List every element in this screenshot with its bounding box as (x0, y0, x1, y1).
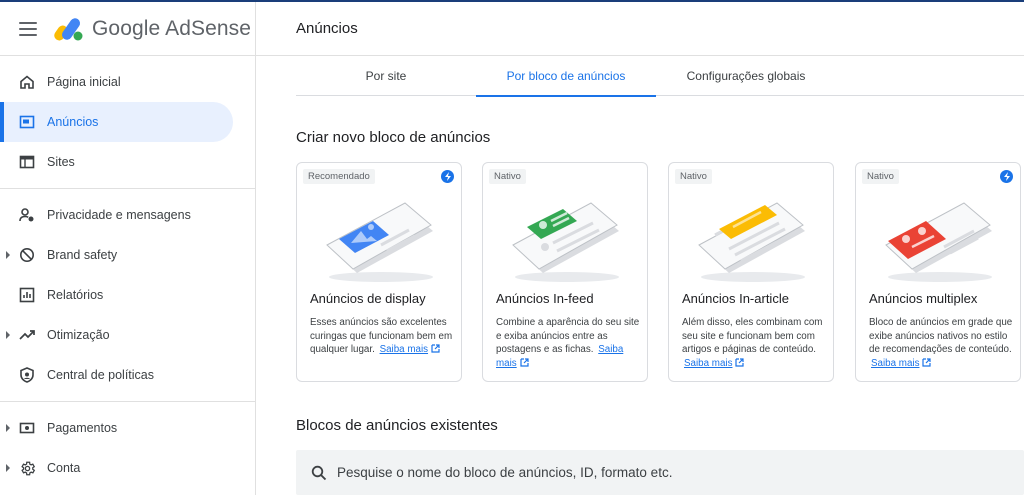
card-title: Anúncios de display (310, 291, 426, 306)
adsense-logo-icon (54, 17, 83, 40)
sidebar-item-label: Página inicial (47, 75, 121, 89)
card-badge: Nativo (862, 169, 899, 184)
expand-arrow-icon[interactable] (6, 331, 10, 339)
expand-arrow-icon[interactable] (6, 251, 10, 259)
external-link-icon (735, 357, 745, 367)
sidebar-item-label: Central de políticas (47, 368, 155, 382)
sidebar-item-label: Conta (47, 461, 81, 475)
in-article-ad-illustration (698, 202, 805, 282)
privacy-icon (18, 206, 36, 224)
card-description: Combine a aparência do seu site e exiba … (496, 316, 642, 370)
sidebar-item-label: Brand safety (47, 248, 118, 262)
sidebar-item-label: Otimização (47, 328, 110, 342)
existing-section-title: Blocos de anúncios existentes (296, 417, 498, 434)
ad-unit-search-bar[interactable] (296, 450, 1024, 495)
gear-icon (18, 459, 36, 477)
tab-by-site[interactable]: Por site (296, 56, 476, 96)
sidebar-item-label: Anúncios (47, 115, 99, 129)
card-display-ads[interactable]: Recomendado Anúncios de display Esses an… (296, 162, 462, 382)
app-name: Google AdSense (92, 16, 252, 40)
ads-icon (18, 113, 36, 131)
home-icon (18, 73, 36, 91)
learn-more-link[interactable]: Saiba mais (684, 358, 732, 369)
tab-by-ad-unit[interactable]: Por bloco de anúncios (476, 56, 656, 97)
payments-icon (18, 419, 36, 437)
sidebar-item-label: Sites (47, 155, 75, 169)
page-title: Anúncios (296, 20, 358, 37)
card-badge: Nativo (675, 169, 712, 184)
nav-group-main: Página inicial Anúncios Sites (0, 56, 255, 189)
search-input[interactable] (337, 465, 997, 480)
card-description: Além disso, eles combinam com seu site e… (682, 316, 828, 370)
card-badge: Recomendado (303, 169, 375, 184)
optimization-icon (18, 326, 36, 344)
external-link-icon (520, 357, 529, 367)
create-section-title: Criar novo bloco de anúncios (296, 129, 491, 146)
card-description: Esses anúncios são excelentes curingas q… (310, 316, 456, 357)
nav-group-account: Pagamentos Conta (0, 402, 255, 494)
sidebar-item-payments[interactable]: Pagamentos (0, 408, 233, 448)
card-description: Bloco de anúncios em grade que exibe anú… (869, 316, 1015, 370)
tab-global-settings[interactable]: Configurações globais (656, 56, 836, 96)
brand-bar: Google AdSense (0, 2, 255, 56)
card-title: Anúncios In-article (682, 291, 789, 306)
card-title: Anúncios multiplex (869, 291, 978, 306)
bolt-icon (1000, 170, 1013, 183)
sidebar-item-label: Privacidade e mensagens (47, 208, 191, 222)
sidebar: Google AdSense Página inicial Anúncios S… (0, 2, 256, 495)
external-link-icon (922, 357, 932, 367)
card-title: Anúncios In-feed (496, 291, 594, 306)
external-link-icon (431, 344, 440, 353)
expand-arrow-icon[interactable] (6, 424, 10, 432)
card-in-article-ads[interactable]: Nativo Anúncios In-article Além disso, e… (668, 162, 834, 382)
multiplex-ad-illustration (885, 202, 992, 282)
brand-safety-icon (18, 246, 36, 264)
sidebar-item-label: Relatórios (47, 288, 104, 302)
learn-more-link[interactable]: Saiba mais (380, 344, 428, 355)
sidebar-item-ads[interactable]: Anúncios (0, 102, 233, 142)
nav-group-secondary: Privacidade e mensagens Brand safety Rel… (0, 189, 255, 402)
sidebar-item-label: Pagamentos (47, 421, 118, 435)
sidebar-item-sites[interactable]: Sites (0, 142, 233, 182)
sidebar-item-home[interactable]: Página inicial (0, 62, 233, 102)
policy-center-icon (18, 366, 36, 384)
search-icon (311, 465, 327, 480)
sites-icon (18, 153, 36, 171)
learn-more-link[interactable]: Saiba mais (871, 358, 919, 369)
card-badge: Nativo (489, 169, 526, 184)
expand-arrow-icon[interactable] (6, 464, 10, 472)
tab-bar: Por site Por bloco de anúncios Configura… (296, 56, 1024, 97)
sidebar-item-policy-center[interactable]: Central de políticas (0, 355, 233, 395)
in-feed-ad-illustration (512, 202, 619, 282)
reports-icon (18, 286, 36, 304)
bolt-icon (441, 170, 454, 183)
page-header: Anúncios (256, 2, 1024, 56)
card-in-feed-ads[interactable]: Nativo Anúncios In-feed Combine a aparên… (482, 162, 648, 382)
card-multiplex-ads[interactable]: Nativo Anúncios multiplex Bloco de anúnc… (855, 162, 1021, 382)
card-description-text: Bloco de anúncios em grade que exibe anú… (869, 317, 1013, 355)
sidebar-item-optimization[interactable]: Otimização (0, 315, 233, 355)
sidebar-item-brand-safety[interactable]: Brand safety (0, 235, 233, 275)
sidebar-item-account[interactable]: Conta (0, 448, 233, 488)
card-description-text: Além disso, eles combinam com seu site e… (682, 317, 823, 355)
sidebar-item-privacy[interactable]: Privacidade e mensagens (0, 195, 233, 235)
sidebar-item-reports[interactable]: Relatórios (0, 275, 233, 315)
display-ad-illustration (326, 202, 433, 282)
menu-icon[interactable] (16, 17, 40, 41)
